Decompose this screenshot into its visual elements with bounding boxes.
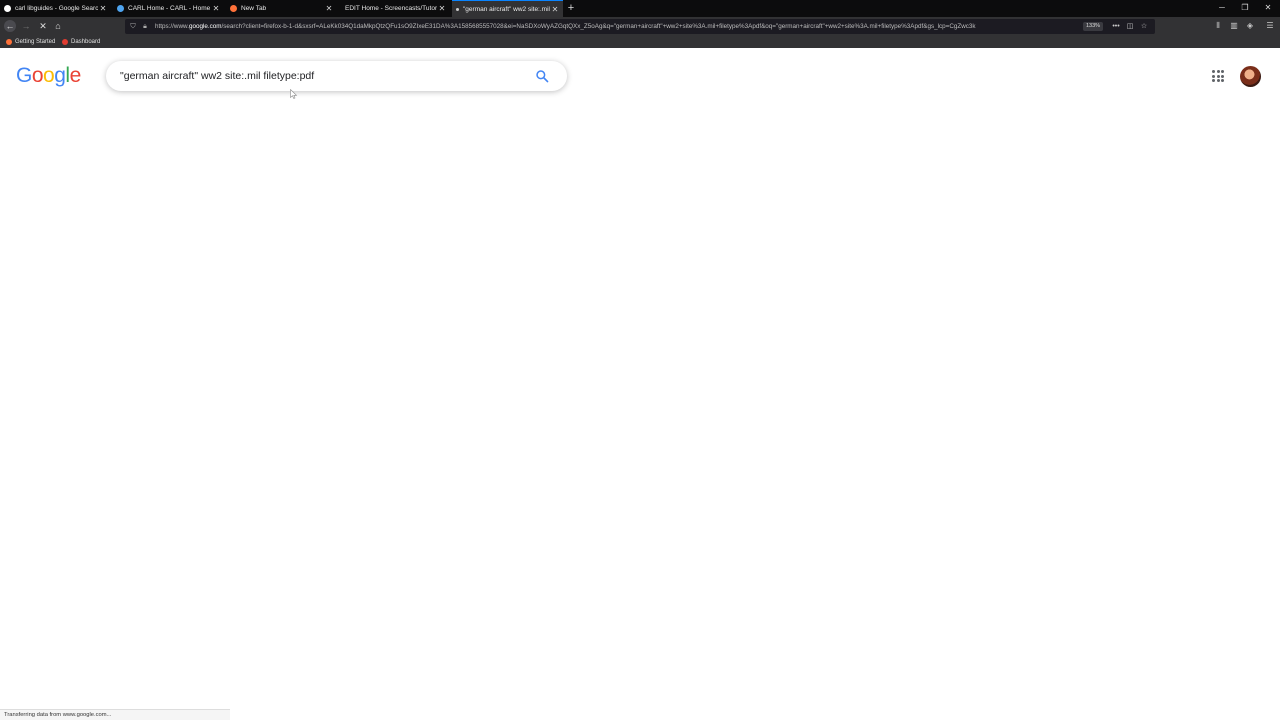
logo-letter: g [54,64,66,87]
page-actions-icon[interactable]: ••• [1110,19,1122,34]
url-bar[interactable]: ⛉ 🔒︎ https://www.google.com/search?clien… [125,19,1155,34]
search-box[interactable] [106,61,567,91]
bookmarks-toolbar: Getting Started Dashboard [0,36,1280,48]
page-favicon-icon [339,5,341,12]
firefox-icon [6,39,12,45]
google-favicon-icon [4,5,11,12]
avatar[interactable] [1240,66,1261,87]
close-window-icon[interactable]: ✕ [1261,2,1275,14]
logo-letter: o [31,64,44,87]
search-input[interactable] [120,66,520,86]
logo-letter: e [69,64,82,87]
stop-loading-button[interactable]: ✕ [37,20,49,32]
minimize-icon[interactable]: ─ [1215,2,1229,14]
forward-button[interactable]: → [20,20,32,32]
bookmark-getting-started[interactable]: Getting Started [6,36,55,48]
google-logo[interactable]: Google [16,64,81,88]
pocket-icon[interactable]: ◫ [1124,19,1136,34]
tracking-shield-icon[interactable]: ⛉ [128,19,138,34]
search-icon[interactable] [535,69,549,83]
restore-icon[interactable]: ❐ [1238,2,1252,14]
dashboard-icon [62,39,68,45]
tab-title: New Tab [241,5,267,12]
tab-2[interactable]: CARL Home - CARL - Home at ✕ [113,0,224,17]
bookmark-star-icon[interactable]: ☆ [1138,19,1150,34]
bookmark-label: Getting Started [15,39,56,45]
navigation-bar: ← → ✕ ⌂ ⛉ 🔒︎ https://www.google.com/sear… [0,17,1280,36]
close-tab-icon[interactable]: ✕ [324,4,334,13]
bookmark-dashboard[interactable]: Dashboard [62,36,100,48]
tab-bar: carl libguides - Google Search ✕ CARL Ho… [0,0,1280,17]
library-icon[interactable]: ⫴ [1212,19,1224,33]
loading-favicon-icon [456,7,459,11]
google-apps-icon[interactable] [1212,70,1224,82]
close-tab-icon[interactable]: ✕ [98,4,108,13]
close-tab-icon[interactable]: ✕ [211,4,221,13]
mouse-cursor-icon [290,89,298,99]
menu-icon[interactable]: ☰ [1264,19,1276,33]
tab-3[interactable]: New Tab ✕ [226,0,337,17]
status-bar: Transferring data from www.google.com... [0,709,230,720]
firefox-favicon-icon [230,5,237,12]
tab-1[interactable]: carl libguides - Google Search ✕ [0,0,111,17]
close-tab-icon[interactable]: ✕ [437,4,447,13]
close-tab-icon[interactable]: ✕ [550,5,560,14]
tab-4[interactable]: EDIT Home - Screencasts/Tutorials ✕ [339,0,450,17]
sidebar-icon[interactable]: ▥ [1228,19,1240,33]
home-button[interactable]: ⌂ [52,20,64,32]
lock-icon[interactable]: 🔒︎ [140,19,150,34]
back-button[interactable]: ← [4,20,16,32]
new-tab-button[interactable]: + [565,2,577,14]
logo-letter: o [43,64,55,87]
tab-5-active[interactable]: "german aircraft" ww2 site:.mil ✕ [452,0,563,17]
logo-letter: G [16,64,32,87]
tab-title: "german aircraft" ww2 site:.mil [463,5,550,13]
extension-icon[interactable]: ◈ [1244,19,1256,33]
tab-title: EDIT Home - Screencasts/Tutorials [345,5,437,12]
bookmark-label: Dashboard [71,39,101,45]
tab-title: carl libguides - Google Search [15,5,98,12]
tab-title: CARL Home - CARL - Home at [128,5,211,12]
zoom-level-badge[interactable]: 133% [1083,22,1104,31]
url-text[interactable]: https://www.google.com/search?client=fir… [155,19,1055,34]
url-domain: google.com [188,23,222,30]
carl-favicon-icon [117,5,124,12]
